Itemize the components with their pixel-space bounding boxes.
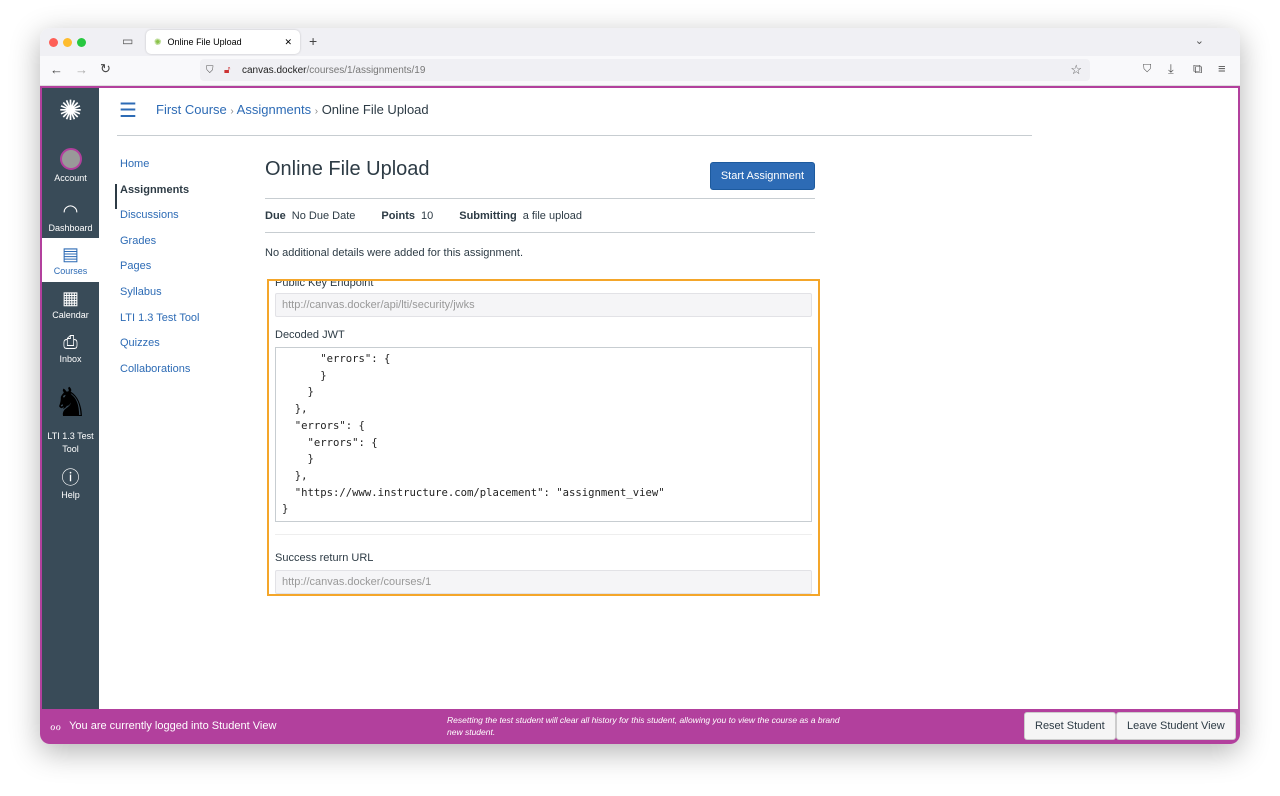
help-icon: ⓘ xyxy=(61,468,80,488)
course-nav-syllabus[interactable]: Syllabus xyxy=(118,286,200,312)
course-nav-grades[interactable]: Grades xyxy=(118,235,200,261)
reset-student-button[interactable]: Reset Student xyxy=(1024,712,1116,740)
breadcrumb: First Course › Assignments › Online File… xyxy=(156,102,429,117)
shield-icon: ⛉ xyxy=(206,64,214,76)
nav-inbox[interactable]: ⎙ Inbox xyxy=(42,332,99,364)
tab-overview-icon[interactable]: ▭ xyxy=(122,34,133,48)
canvas-logo-icon: ✺ xyxy=(58,95,83,126)
canvas-logo[interactable]: ✺ xyxy=(42,96,99,128)
toolbar: ← → ↻ ⛉ 🔓︎ canvas.docker/courses/1/assignm… xyxy=(40,56,1240,86)
forward-button[interactable]: → xyxy=(75,62,88,77)
divider xyxy=(117,135,1032,136)
nav-calendar[interactable]: ▦ Calendar xyxy=(42,288,99,320)
breadcrumb-assignments[interactable]: Assignments xyxy=(237,102,311,117)
inbox-icon: ⎙ xyxy=(63,332,78,352)
assignment-details: No additional details were added for thi… xyxy=(265,247,524,259)
success-url-input[interactable]: http://canvas.docker/courses/1 xyxy=(275,570,812,594)
nav-help[interactable]: ⓘ Help xyxy=(42,468,99,500)
menu-icon[interactable]: ≡ xyxy=(1218,61,1226,76)
new-tab-button[interactable]: + xyxy=(309,33,317,49)
breadcrumb-current: Online File Upload xyxy=(321,102,429,117)
breadcrumb-course[interactable]: First Course xyxy=(156,102,227,117)
nav-lti-tool[interactable]: ♞ LTI 1.3 Test Tool xyxy=(42,378,99,456)
close-tab-icon[interactable]: ✕ xyxy=(284,37,292,48)
nav-courses[interactable]: ▤ Courses xyxy=(42,238,99,282)
downloads-icon[interactable]: ⤓ xyxy=(1168,61,1174,77)
tab-list-icon[interactable]: ⌄ xyxy=(1195,34,1204,47)
public-key-label: Public Key Endpoint xyxy=(275,279,374,289)
lti-tool-frame[interactable]: Public Key Endpoint http://canvas.docker… xyxy=(267,279,820,596)
global-nav: ✺ Account ◠ Dashboard ▤ Courses ▦ Calendar … xyxy=(42,88,99,709)
avatar-icon xyxy=(59,148,82,170)
nav-account[interactable]: Account xyxy=(42,148,99,183)
insecure-lock-icon: 🔓︎ xyxy=(224,64,231,76)
unicorn-icon: ♞ xyxy=(52,381,89,425)
decoded-jwt-textarea[interactable]: "errors": { } } }, "errors": { "errors":… xyxy=(275,347,812,522)
course-nav-assignments[interactable]: Assignments xyxy=(115,183,200,210)
course-nav-discussions[interactable]: Discussions xyxy=(118,209,200,235)
close-window-button[interactable] xyxy=(49,38,58,47)
public-key-input[interactable]: http://canvas.docker/api/lti/security/jw… xyxy=(275,293,812,317)
decoded-jwt-label: Decoded JWT xyxy=(275,329,345,341)
calendar-icon: ▦ xyxy=(61,288,79,308)
nav-dashboard[interactable]: ◠ Dashboard xyxy=(42,201,99,233)
course-nav: Home Assignments Discussions Grades Page… xyxy=(115,158,200,389)
course-nav-quizzes[interactable]: Quizzes xyxy=(118,337,200,363)
reload-button[interactable]: ↻ xyxy=(100,61,111,77)
canvas-page: ✺ Account ◠ Dashboard ▤ Courses ▦ Calendar … xyxy=(40,86,1240,744)
tab-bar: ▭ ✺ Online File Upload ✕ + ⌄ xyxy=(40,28,1240,56)
course-nav-home[interactable]: Home xyxy=(118,158,200,184)
pocket-icon[interactable]: ⛉ xyxy=(1143,63,1151,76)
minimize-button[interactable] xyxy=(63,38,72,47)
course-nav-collaborations[interactable]: Collaborations xyxy=(118,363,200,389)
address-bar[interactable]: ⛉ 🔓︎ canvas.docker/courses/1/assignments/1… xyxy=(200,59,1090,81)
extensions-icon[interactable]: ⧉ xyxy=(1193,61,1202,77)
student-view-bar: ℴℴ You are currently logged into Student… xyxy=(42,709,1238,742)
start-assignment-button[interactable]: Start Assignment xyxy=(709,162,815,190)
success-url-label: Success return URL xyxy=(275,552,374,564)
speedometer-icon: ◠ xyxy=(62,201,79,221)
book-icon: ▤ xyxy=(61,244,79,264)
browser-window: ▭ ✺ Online File Upload ✕ + ⌄ ← → ↻ ⛉ 🔓︎ canv… xyxy=(40,28,1240,744)
assignment-main: Online File Upload Start Assignment Due N… xyxy=(265,158,815,259)
leave-student-view-button[interactable]: Leave Student View xyxy=(1116,712,1236,740)
assignment-meta: Due No Due Date Points 10 Submitting a file… xyxy=(265,198,815,233)
zoom-button[interactable] xyxy=(77,38,86,47)
canvas-favicon-icon: ✺ xyxy=(154,36,162,47)
glasses-icon: ℴℴ xyxy=(50,718,62,733)
browser-tab[interactable]: ✺ Online File Upload ✕ xyxy=(146,30,300,54)
back-button[interactable]: ← xyxy=(50,62,63,77)
course-nav-pages[interactable]: Pages xyxy=(118,260,200,286)
hamburger-menu-icon[interactable]: ☰ xyxy=(119,98,137,123)
course-nav-lti-tool[interactable]: LTI 1.3 Test Tool xyxy=(118,312,200,338)
bookmark-star-icon[interactable]: ☆ xyxy=(1070,62,1082,78)
